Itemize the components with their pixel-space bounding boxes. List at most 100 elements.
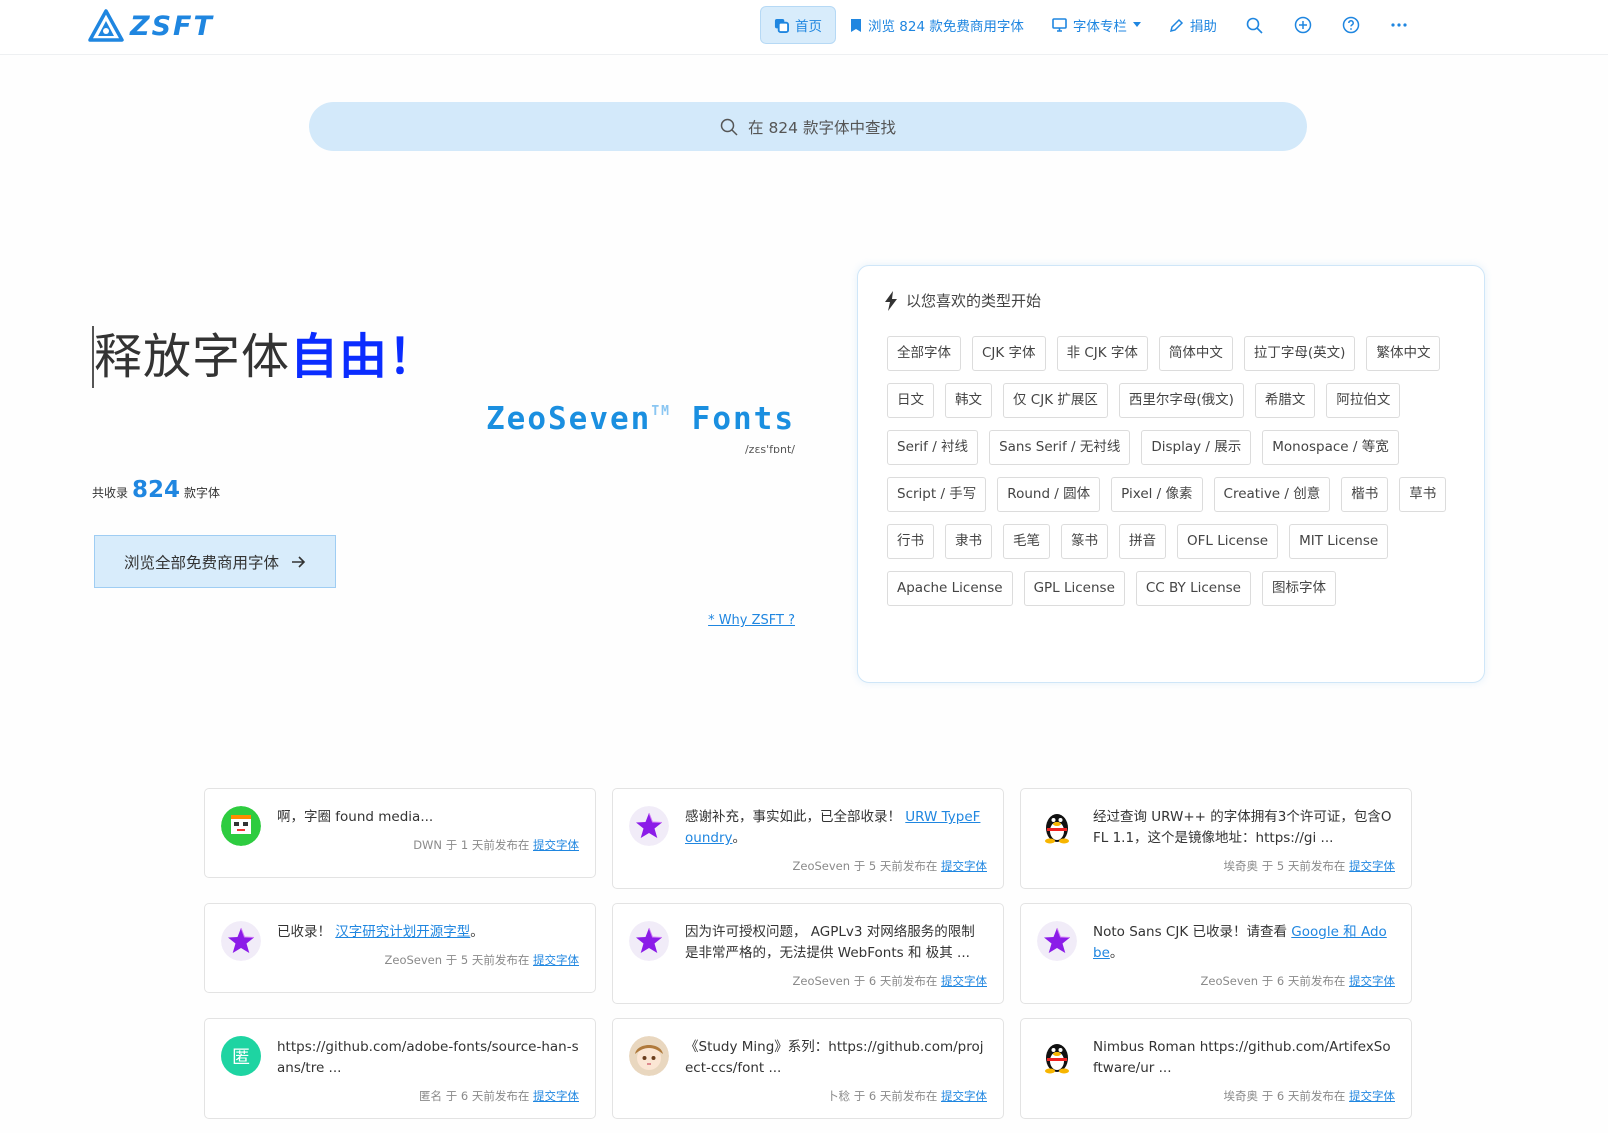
category-heading: 以您喜欢的类型开始 [884,290,1041,311]
comment-target-link[interactable]: 提交字体 [941,859,987,873]
avatar[interactable] [1037,1036,1077,1076]
browse-all-fonts-button[interactable]: 浏览全部免费商用字体 [94,535,336,588]
comment-card[interactable]: 啊，字圈 found media... DWN 于 1 天前发布在 提交字体 [204,788,596,878]
add-button[interactable] [1279,6,1327,44]
category-tag[interactable]: Display / 展示 [1141,430,1252,465]
comment-text: Nimbus Roman https://github.com/ArtifexS… [1093,1037,1395,1079]
category-tag[interactable]: Round / 圆体 [997,477,1101,512]
comment-text: 经过查询 URW++ 的字体拥有3个许可证，包含OFL 1.1，这个是镜像地址：… [1093,807,1395,849]
avatar[interactable] [629,921,669,961]
comment-text: 感谢补充，事实如此，已全部收录！ URW TypeFoundry。 [685,807,987,849]
avatar[interactable]: 匿 [221,1036,261,1076]
category-tag[interactable]: Pixel / 像素 [1111,477,1203,512]
site-logo[interactable]: ZSFT [88,9,214,43]
category-tag[interactable]: 西里尔字母(俄文) [1118,383,1244,418]
nav-donate[interactable]: 捐助 [1155,6,1231,44]
category-tag[interactable]: OFL License [1177,524,1279,559]
comment-target-link[interactable]: 提交字体 [533,953,579,967]
font-search-bar[interactable]: 在 824 款字体中查找 [309,102,1307,151]
category-tag[interactable]: 篆书 [1061,524,1108,559]
comment-author: DWN [413,838,443,852]
nav-home[interactable]: 首页 [760,6,836,44]
category-tag[interactable]: Serif / 衬线 [887,430,979,465]
category-tag[interactable]: Sans Serif / 无衬线 [989,430,1131,465]
category-card: 以您喜欢的类型开始 全部字体 CJK 字体非 CJK 字体 简体中文 拉丁字母(英文)… [857,265,1485,683]
nav-browse-fonts[interactable]: 浏览 824 款免费商用字体 [836,6,1038,44]
category-tag[interactable]: Creative / 创意 [1213,477,1331,512]
category-tag[interactable]: 隶书 [945,524,992,559]
comment-target-link[interactable]: 提交字体 [533,838,579,852]
brand-part-fonts: Fonts [691,401,795,437]
comment-card[interactable]: 感谢补充，事实如此，已全部收录！ URW TypeFoundry。 ZeoSeve… [612,788,1004,889]
category-tag[interactable]: 行书 [887,524,934,559]
comment-card[interactable]: 经过查询 URW++ 的字体拥有3个许可证，包含OFL 1.1，这个是镜像地址：… [1020,788,1412,889]
comment-target-link[interactable]: 提交字体 [1349,974,1395,988]
copy-icon [774,18,789,33]
comment-card[interactable]: Noto Sans CJK 已收录！请查看 Google 和 Adobe。 Zeo… [1020,903,1412,1004]
category-tag[interactable]: Monospace / 等宽 [1262,430,1399,465]
avatar[interactable] [1037,921,1077,961]
category-tag[interactable]: 日文 [887,383,934,418]
comment-author: ZeoSeven [1200,974,1259,988]
category-tag[interactable]: 拉丁字母(英文) [1243,336,1356,371]
comment-time: 于 5 天前发布在 [853,859,938,873]
category-tag[interactable]: GPL License [1023,571,1125,606]
avatar[interactable] [221,921,261,961]
comment-time: 于 6 天前发布在 [445,1089,530,1103]
comment-target-link[interactable]: 提交字体 [1349,1089,1395,1103]
category-tag[interactable]: 繁体中文 [1366,336,1441,371]
category-tag[interactable]: 韩文 [945,383,992,418]
comment-author: 卜稔 [827,1089,851,1103]
why-zsft-link[interactable]: * Why ZSFT ? [0,613,795,628]
comment-card[interactable]: 因为许可授权问题， AGPLv3 对网络服务的限制是非常严格的，无法提供 Web… [612,903,1004,1004]
avatar[interactable] [629,1036,669,1076]
nav-donate-label: 捐助 [1189,19,1217,35]
category-tag[interactable]: 草书 [1399,477,1447,512]
category-tag[interactable]: 全部字体 [887,336,961,371]
brand-trademark: TM [651,404,671,419]
category-tag[interactable]: MIT License [1289,524,1389,559]
category-tag[interactable]: 拼音 [1119,524,1166,559]
search-button[interactable] [1231,6,1279,44]
help-button[interactable] [1327,6,1375,44]
category-tag[interactable]: 图标字体 [1261,571,1336,606]
category-tag[interactable]: 简体中文 [1158,336,1233,371]
comment-target-link[interactable]: 提交字体 [533,1089,579,1103]
comment-target-link[interactable]: 提交字体 [941,974,987,988]
category-tag[interactable]: 仅 CJK 扩展区 [1003,383,1108,418]
category-tag[interactable]: Script / 手写 [887,477,987,512]
category-tag[interactable]: 希腊文 [1254,383,1316,418]
comment-link[interactable]: 汉字研究计划开源字型 [335,924,470,940]
comment-meta: 匿名 于 6 天前发布在 提交字体 [277,1088,579,1104]
brand-wordmark: ZeoSevenTM Fonts [0,401,795,437]
category-tag[interactable]: 阿拉伯文 [1326,383,1401,418]
category-tag[interactable]: 楷书 [1341,477,1389,512]
comment-target-link[interactable]: 提交字体 [941,1089,987,1103]
comment-body: 《Study Ming》系列：https://github.com/projec… [685,1039,984,1076]
comment-card[interactable]: 匿 https://github.com/adobe-fonts/source-h… [204,1018,596,1119]
comment-meta: 埃奇奥 于 6 天前发布在 提交字体 [1093,1088,1395,1104]
category-tag[interactable]: Apache License [887,571,1013,606]
comment-card[interactable]: Nimbus Roman https://github.com/ArtifexS… [1020,1018,1412,1119]
top-navigation-bar: ZSFT 首页 浏览 824 款免费商用字体 字体专栏 捐助 [0,0,1608,55]
comment-card[interactable]: 已收录！ 汉字研究计划开源字型。 ZeoSeven 于 5 天前发布在 提交字体 [204,903,596,993]
nav-browse-label: 浏览 824 款免费商用字体 [868,19,1024,35]
avatar[interactable] [629,806,669,846]
category-tag[interactable]: CJK 字体 [972,336,1046,371]
comment-target-link[interactable]: 提交字体 [1349,859,1395,873]
category-tag[interactable]: 毛笔 [1003,524,1050,559]
comment-body: 啊，字圈 found media... [277,809,434,825]
pen-icon [1169,18,1183,32]
category-tag[interactable]: CC BY License [1135,571,1251,606]
comment-meta: ZeoSeven 于 6 天前发布在 提交字体 [685,973,988,989]
comment-time: 于 5 天前发布在 [445,953,530,967]
nav-font-column[interactable]: 字体专栏 [1038,6,1155,44]
comment-body: 因为许可授权问题， AGPLv3 对网络服务的限制是非常严格的，无法提供 Web… [685,924,975,961]
avatar[interactable] [221,806,261,846]
nav-column-label: 字体专栏 [1072,19,1127,35]
more-button[interactable] [1375,6,1423,44]
comment-time: 于 6 天前发布在 [853,1089,938,1103]
comment-card[interactable]: 《Study Ming》系列：https://github.com/projec… [612,1018,1004,1119]
category-tag[interactable]: 非 CJK 字体 [1056,336,1148,371]
avatar[interactable] [1037,806,1077,846]
